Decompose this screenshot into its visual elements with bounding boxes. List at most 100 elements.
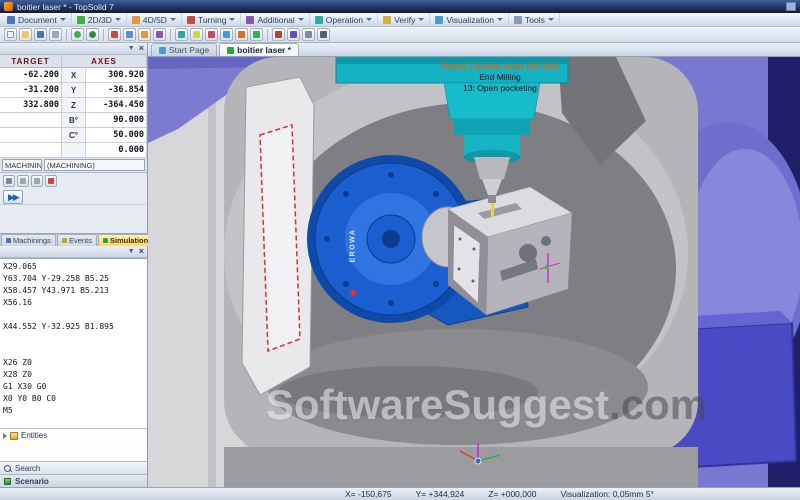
axes-header: AXES bbox=[62, 55, 147, 67]
tab-boitier-laser[interactable]: boitier laser * bbox=[219, 43, 299, 56]
print-icon[interactable] bbox=[49, 28, 62, 41]
toolbar-separator bbox=[267, 29, 268, 41]
simulation-tab-icon bbox=[103, 238, 108, 243]
origin-frame-icon[interactable] bbox=[175, 28, 188, 41]
menu-4d5d[interactable]: 4D/5D bbox=[127, 13, 182, 26]
tab-start-page[interactable]: Start Page bbox=[151, 43, 217, 56]
menu-bar: Document 2D/3D 4D/5D Turning Additional … bbox=[0, 13, 800, 27]
entities-tree: Entities bbox=[0, 428, 147, 461]
measure-icon[interactable] bbox=[302, 28, 315, 41]
toolbar-separator bbox=[170, 29, 171, 41]
machining-state-field: (MACHINING) bbox=[44, 159, 145, 171]
paste-icon[interactable] bbox=[138, 28, 151, 41]
menu-operation[interactable]: Operation bbox=[310, 13, 378, 26]
gcode-line: X29.065 bbox=[3, 261, 144, 273]
step-forward-icon[interactable] bbox=[31, 175, 43, 187]
machining-mode-field: MACHINING bbox=[2, 159, 42, 171]
machinings-tab-icon bbox=[6, 238, 11, 243]
menu-tools[interactable]: Tools bbox=[509, 13, 560, 26]
axis-value: 300.920 bbox=[86, 68, 147, 83]
expand-arrow-icon[interactable] bbox=[3, 433, 7, 439]
3d-viewport[interactable]: Phase 2 boitier laser (lot 100) End Mill… bbox=[148, 57, 800, 487]
tab-machinings[interactable]: Machinings bbox=[1, 234, 56, 246]
window-menu-icon[interactable] bbox=[786, 2, 796, 11]
menu-2d3d[interactable]: 2D/3D bbox=[72, 13, 127, 26]
topsolid-window: boitier laser * - TopSolid 7 Document 2D… bbox=[0, 0, 800, 500]
chevron-down-icon bbox=[497, 18, 503, 21]
options-icon[interactable] bbox=[317, 28, 330, 41]
pin-icon[interactable]: ▼ bbox=[128, 45, 135, 52]
axis-value: 50.000 bbox=[86, 128, 147, 143]
chevron-down-icon bbox=[366, 18, 372, 21]
search-tab[interactable]: Search bbox=[0, 461, 147, 474]
chevron-down-icon bbox=[229, 18, 235, 21]
close-icon[interactable]: × bbox=[139, 247, 144, 256]
cut-icon[interactable] bbox=[108, 28, 121, 41]
gcode-line bbox=[3, 309, 144, 321]
chevron-down-icon bbox=[170, 18, 176, 21]
machining-operation-icon[interactable] bbox=[235, 28, 248, 41]
play-simulation-button[interactable]: ▶▶ bbox=[3, 190, 23, 204]
scenario-tab[interactable]: Scenario bbox=[0, 474, 147, 487]
verify-toolpath-icon[interactable] bbox=[272, 28, 285, 41]
menu-verify[interactable]: Verify bbox=[378, 13, 430, 26]
document-menu-icon bbox=[7, 16, 15, 24]
delete-icon[interactable] bbox=[153, 28, 166, 41]
app-icon bbox=[4, 2, 13, 11]
rewind-icon[interactable] bbox=[3, 175, 15, 187]
chevron-down-icon bbox=[418, 18, 424, 21]
menu-turning[interactable]: Turning bbox=[182, 13, 242, 26]
target-value: 332.800 bbox=[0, 98, 62, 113]
window-title: boitier laser * - TopSolid 7 bbox=[17, 2, 114, 12]
simulation-output[interactable]: X29.065 Y63.704 Y-29.258 B5.25 X58.457 Y… bbox=[0, 258, 147, 428]
coordinates-panel-header: ▼ × bbox=[0, 43, 147, 55]
gcode-line: G1 X30 G0 bbox=[3, 381, 144, 393]
tab-simulation[interactable]: Simulation bbox=[98, 234, 153, 246]
new-document-icon[interactable] bbox=[4, 28, 17, 41]
milling-menu-icon bbox=[132, 16, 140, 24]
document-icon bbox=[227, 47, 234, 54]
gcode-line: X28 Z0 bbox=[3, 369, 144, 381]
title-bar[interactable]: boitier laser * - TopSolid 7 bbox=[0, 0, 800, 13]
toolbar-separator bbox=[103, 29, 104, 41]
copy-icon[interactable] bbox=[123, 28, 136, 41]
sketch-icon[interactable] bbox=[190, 28, 203, 41]
target-value bbox=[0, 113, 62, 128]
target-value bbox=[0, 143, 62, 158]
collision-check-icon[interactable] bbox=[287, 28, 300, 41]
undo-icon[interactable] bbox=[71, 28, 84, 41]
coordinates-table: -62.200 X 300.920 -31.200 Y -36.854 332.… bbox=[0, 68, 147, 158]
open-icon[interactable] bbox=[19, 28, 32, 41]
machine-simulation-scene bbox=[148, 57, 800, 487]
tab-events[interactable]: Events bbox=[57, 234, 97, 246]
menu-document[interactable]: Document bbox=[2, 13, 72, 26]
step-back-icon[interactable] bbox=[17, 175, 29, 187]
pin-icon[interactable]: ▼ bbox=[128, 248, 135, 255]
menu-visualization[interactable]: Visualization bbox=[430, 13, 509, 26]
axis-label bbox=[62, 143, 86, 158]
tree-node-entities[interactable]: Entities bbox=[3, 431, 144, 440]
simulation-play-icon[interactable] bbox=[250, 28, 263, 41]
close-icon[interactable]: × bbox=[139, 44, 144, 53]
coordinates-header-row: TARGET AXES bbox=[0, 55, 147, 68]
panel-spacer bbox=[0, 205, 147, 233]
redo-icon[interactable] bbox=[86, 28, 99, 41]
axis-label: X bbox=[62, 68, 86, 83]
simulation-control-icons bbox=[0, 173, 147, 189]
tool-setup-icon[interactable] bbox=[220, 28, 233, 41]
gcode-line: X0 Y0 B0 C0 bbox=[3, 393, 144, 405]
stock-definition-icon[interactable] bbox=[205, 28, 218, 41]
save-icon[interactable] bbox=[34, 28, 47, 41]
chevron-down-icon bbox=[298, 18, 304, 21]
chevron-down-icon bbox=[115, 18, 121, 21]
stop-icon[interactable] bbox=[45, 175, 57, 187]
toolbar-separator bbox=[66, 29, 67, 41]
axis-value: 0.000 bbox=[86, 143, 147, 158]
cutting-tool bbox=[491, 203, 494, 217]
axis-label: Y bbox=[62, 83, 86, 98]
gcode-line: Y63.704 Y-29.258 B5.25 bbox=[3, 273, 144, 285]
gcode-line: X56.16 bbox=[3, 297, 144, 309]
gcode-line: X26 Z0 bbox=[3, 357, 144, 369]
menu-additional[interactable]: Additional bbox=[241, 13, 309, 26]
target-value: -31.200 bbox=[0, 83, 62, 98]
